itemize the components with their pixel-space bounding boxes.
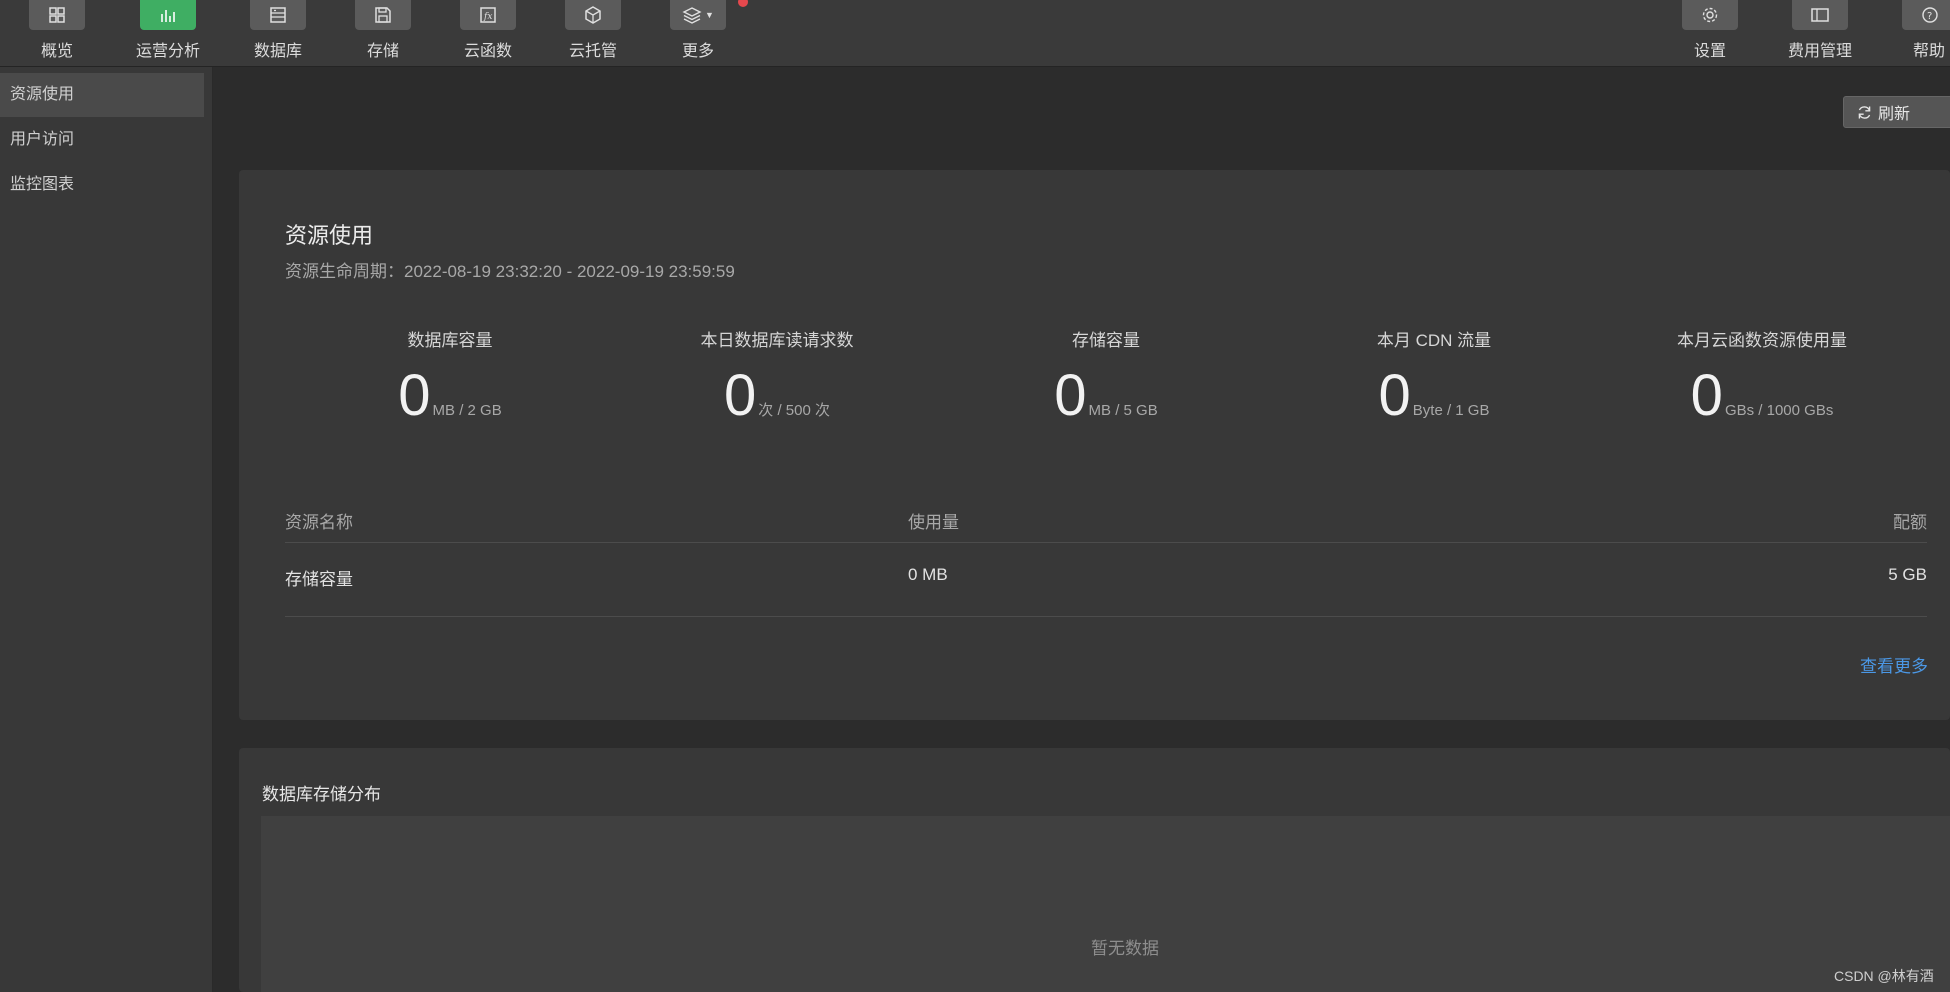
metric-value: 0 xyxy=(1378,363,1411,428)
sidebar-item-resource-usage[interactable]: 资源使用 xyxy=(0,73,204,117)
table-cell: 0 MB xyxy=(908,565,948,584)
table-cell: 5 GB xyxy=(1888,565,1927,584)
table-cell: 存储容量 xyxy=(285,570,353,589)
bar-chart-icon xyxy=(161,10,175,22)
toolbar-help[interactable]: ? 帮助 xyxy=(1875,0,1950,66)
sidebar: 资源使用 用户访问 监控图表 xyxy=(0,67,213,992)
help-icon: ? xyxy=(1922,7,1938,23)
db-storage-distribution-card: 数据库存储分布 暂无数据 xyxy=(239,748,1950,992)
metric-value: 0 xyxy=(1054,363,1087,428)
svg-text:fx: fx xyxy=(483,12,492,22)
chevron-down-icon: ▼ xyxy=(705,10,714,20)
toolbar-hosting-button[interactable] xyxy=(565,0,621,30)
refresh-label: 刷新 xyxy=(1878,106,1911,123)
toolbar-storage[interactable]: 存储 xyxy=(328,0,438,66)
view-more-link[interactable]: 查看更多 xyxy=(1860,652,1928,677)
resource-usage-card: 资源使用 资源生命周期：2022-08-19 23:32:20 - 2022-0… xyxy=(239,170,1950,720)
toolbar-label: 云托管 xyxy=(568,43,617,60)
metric-label: 本月云函数资源使用量 xyxy=(1677,331,1847,350)
resource-lifecycle: 资源生命周期：2022-08-19 23:32:20 - 2022-09-19 … xyxy=(285,262,735,281)
metric-value: 0 xyxy=(398,363,431,428)
toolbar-label: 云函数 xyxy=(463,43,512,60)
watermark: CSDN @林有酒 xyxy=(1834,968,1934,984)
gear-icon xyxy=(1702,7,1718,23)
toolbar-functions[interactable]: fx 云函数 xyxy=(433,0,543,66)
toolbar-more-button[interactable]: ▼ xyxy=(670,0,748,30)
toolbar-label: 概览 xyxy=(40,43,73,60)
toolbar-functions-button[interactable]: fx xyxy=(460,0,516,30)
metric-cdn: 本月 CDN 流量 0 Byte / 1 GB xyxy=(1304,326,1564,425)
toolbar-database-button[interactable] xyxy=(250,0,306,30)
empty-state-text: 暂无数据 xyxy=(1091,939,1159,958)
toolbar-label: 存储 xyxy=(366,43,399,60)
metric-unit: MB / 5 GB xyxy=(1088,402,1158,419)
card-title: 数据库存储分布 xyxy=(262,785,381,804)
svg-text:?: ? xyxy=(1927,11,1932,22)
notification-dot xyxy=(738,0,748,7)
database-icon xyxy=(270,7,286,23)
toolbar-database[interactable]: 数据库 xyxy=(223,0,333,66)
metric-unit: 次 / 500 次 xyxy=(758,402,830,419)
metric-label: 存储容量 xyxy=(1072,331,1140,350)
toolbar-label: 更多 xyxy=(681,43,714,60)
metric-db-reads: 本日数据库读请求数 0 次 / 500 次 xyxy=(647,326,907,425)
toolbar-label: 运营分析 xyxy=(135,43,200,60)
metric-functions: 本月云函数资源使用量 0 GBs / 1000 GBs xyxy=(1632,326,1892,425)
metric-label: 数据库容量 xyxy=(407,331,493,350)
column-header: 资源名称 xyxy=(285,513,353,532)
toolbar-more[interactable]: ▼ 更多 xyxy=(643,0,753,66)
toolbar-settings-button[interactable] xyxy=(1682,0,1738,30)
metric-value: 0 xyxy=(1690,363,1723,428)
save-icon xyxy=(375,7,391,23)
toolbar-analytics-button[interactable] xyxy=(140,0,196,30)
metric-unit: Byte / 1 GB xyxy=(1412,402,1490,419)
metric-unit: GBs / 1000 GBs xyxy=(1724,402,1834,419)
billing-icon xyxy=(1811,8,1829,22)
toolbar-storage-button[interactable] xyxy=(355,0,411,30)
metric-db-capacity: 数据库容量 0 MB / 2 GB xyxy=(320,326,580,425)
toolbar-analytics[interactable]: 运营分析 xyxy=(113,0,223,66)
function-icon: fx xyxy=(480,7,496,23)
column-header: 配额 xyxy=(1893,513,1927,532)
toolbar-label: 帮助 xyxy=(1913,43,1946,60)
card-title: 资源使用 xyxy=(285,223,374,248)
metric-unit: MB / 2 GB xyxy=(432,402,502,419)
toolbar-help-button[interactable]: ? xyxy=(1902,0,1950,30)
refresh-icon xyxy=(1858,106,1871,119)
refresh-button[interactable]: 刷新 xyxy=(1843,96,1950,128)
layers-icon xyxy=(682,7,702,24)
toolbar-label: 设置 xyxy=(1693,43,1726,60)
toolbar-label: 费用管理 xyxy=(1787,43,1852,60)
table-header: 资源名称 使用量 配额 xyxy=(285,508,1927,543)
metric-label: 本日数据库读请求数 xyxy=(700,331,854,350)
cube-icon xyxy=(585,6,601,24)
table-row: 存储容量 0 MB 5 GB xyxy=(285,565,1927,617)
toolbar-settings[interactable]: 设置 xyxy=(1655,0,1765,66)
toolbar-overview[interactable]: 概览 xyxy=(2,0,112,66)
grid-icon xyxy=(49,7,65,23)
sidebar-item-monitoring[interactable]: 监控图表 xyxy=(0,163,204,207)
toolbar-label: 数据库 xyxy=(253,43,302,60)
toolbar-billing[interactable]: 费用管理 xyxy=(1765,0,1875,66)
top-toolbar: 概览 运营分析 数据库 存储 fx 云函数 云托管 ▼ 更多 设置 费用管理 ?… xyxy=(0,0,1950,67)
metric-label: 本月 CDN 流量 xyxy=(1376,331,1492,350)
toolbar-overview-button[interactable] xyxy=(29,0,85,30)
column-header: 使用量 xyxy=(908,513,959,532)
toolbar-hosting[interactable]: 云托管 xyxy=(538,0,648,66)
sidebar-item-user-access[interactable]: 用户访问 xyxy=(0,118,204,162)
toolbar-billing-button[interactable] xyxy=(1792,0,1848,30)
metric-storage: 存储容量 0 MB / 5 GB xyxy=(976,326,1236,425)
chart-area: 暂无数据 xyxy=(261,816,1950,992)
metric-value: 0 xyxy=(724,363,757,428)
